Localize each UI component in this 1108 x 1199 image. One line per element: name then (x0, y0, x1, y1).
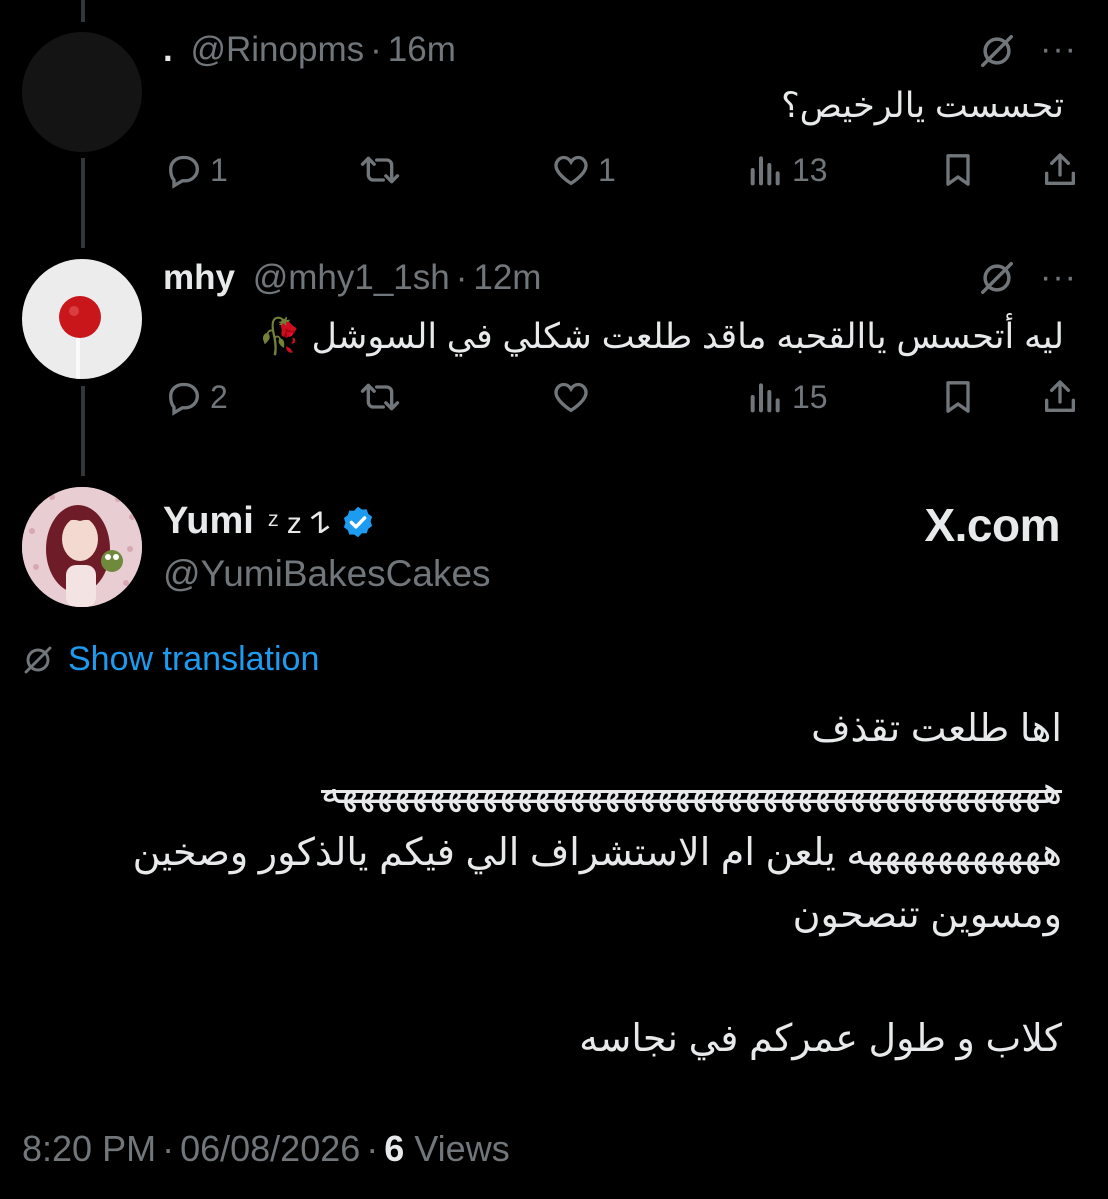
views-icon (750, 383, 780, 413)
avatar[interactable] (22, 259, 142, 379)
like-button[interactable]: 1 (550, 150, 616, 190)
reply-count: 1 (210, 151, 228, 188)
tweet-text: ليه أتحسس ياالقحبه ماقد طلعت شكلي في الس… (258, 317, 1064, 356)
more-icon[interactable]: ··· (1040, 30, 1077, 69)
like-button[interactable] (550, 377, 598, 417)
user-handle[interactable]: @Rinopms (190, 30, 364, 69)
tweet-body: اها طلعت تقذف هههههههههههههههههههههههههه… (40, 698, 1062, 1070)
tweet-line: هههههههههههه يلعن ام الاستشراف الي فيكم … (132, 832, 1062, 874)
tweet-line: ومسوين تنصحون (792, 894, 1062, 936)
more-icon[interactable]: ··· (1040, 258, 1077, 297)
tweet-header: mhy @mhy1_1sh · 12m (163, 258, 542, 297)
repost-icon (360, 383, 400, 411)
views-icon (750, 156, 780, 186)
anime-girl-avatar-image (22, 487, 142, 607)
thread-line-2 (81, 386, 85, 476)
verified-badge-icon[interactable] (340, 504, 376, 540)
bookmark-icon (946, 154, 970, 186)
views-count: 13 (792, 151, 828, 188)
user-handle[interactable]: @mhy1_1sh (253, 258, 450, 297)
show-translation-link[interactable]: Show translation (22, 640, 319, 679)
thread-line-1 (81, 158, 85, 248)
like-icon (554, 382, 588, 413)
tweet-line: كلاب و طول عمركم في نجاسه (579, 1018, 1062, 1060)
thread-line-top (81, 0, 85, 22)
reply-count: 2 (210, 378, 228, 415)
views-button[interactable]: 13 (746, 150, 828, 190)
post-date[interactable]: 06/08/2026 (180, 1128, 360, 1169)
display-name[interactable]: mhy (163, 258, 235, 297)
show-translation-label[interactable]: Show translation (68, 640, 319, 679)
bookmark-button[interactable] (938, 377, 978, 417)
share-button[interactable] (1040, 377, 1080, 417)
grok-icon[interactable] (978, 259, 1016, 297)
user-handle[interactable]: @YumiBakesCakes (163, 553, 491, 595)
share-icon (1045, 153, 1075, 185)
display-name-decoration: ᶻ z 𐰁 (267, 507, 330, 540)
display-name[interactable]: . (163, 30, 173, 69)
repost-button[interactable] (358, 377, 408, 417)
share-icon (1045, 380, 1075, 412)
post-time[interactable]: 8:20 PM (22, 1128, 156, 1169)
tweet-text: تحسست يالرخيص؟ (781, 86, 1064, 125)
like-icon (554, 155, 588, 186)
tweet-actions: 1 1 13 (160, 150, 1080, 200)
reply-icon (168, 155, 200, 189)
tweet-meta: 8:20 PM · 06/08/2026 · 6 Views (22, 1128, 510, 1169)
share-button[interactable] (1040, 150, 1080, 190)
tweet-actions: 2 15 (160, 377, 1080, 427)
timestamp[interactable]: 16m (388, 30, 456, 69)
display-name[interactable]: Yumi (163, 500, 254, 543)
views-count: 6 (384, 1128, 405, 1169)
repost-icon (360, 156, 400, 184)
tweet-line-blank (40, 946, 1062, 1008)
like-count: 1 (598, 151, 616, 188)
tweet-line: هههههههههههههههههههههههههههههههههههههههه… (320, 770, 1062, 812)
views-button[interactable]: 15 (746, 377, 828, 417)
views-label: Views (414, 1128, 510, 1169)
lollipop-avatar-image (59, 296, 101, 379)
bookmark-button[interactable] (938, 150, 978, 190)
display-name-row: Yumi ᶻ z 𐰁 (163, 500, 376, 543)
reply-button[interactable]: 1 (164, 150, 228, 190)
reply-icon (168, 382, 200, 416)
translate-icon (24, 646, 52, 673)
repost-button[interactable] (358, 150, 408, 190)
avatar[interactable] (22, 32, 142, 152)
timestamp[interactable]: 12m (473, 258, 541, 297)
bookmark-icon (946, 381, 970, 413)
reply-button[interactable]: 2 (164, 377, 228, 417)
watermark: X.com (924, 499, 1060, 551)
views-count: 15 (792, 378, 828, 415)
tweet-header: . @Rinopms · 16m (163, 30, 456, 69)
grok-icon[interactable] (978, 32, 1016, 70)
avatar[interactable] (22, 487, 142, 607)
tweet-line: اها طلعت تقذف (811, 708, 1062, 750)
